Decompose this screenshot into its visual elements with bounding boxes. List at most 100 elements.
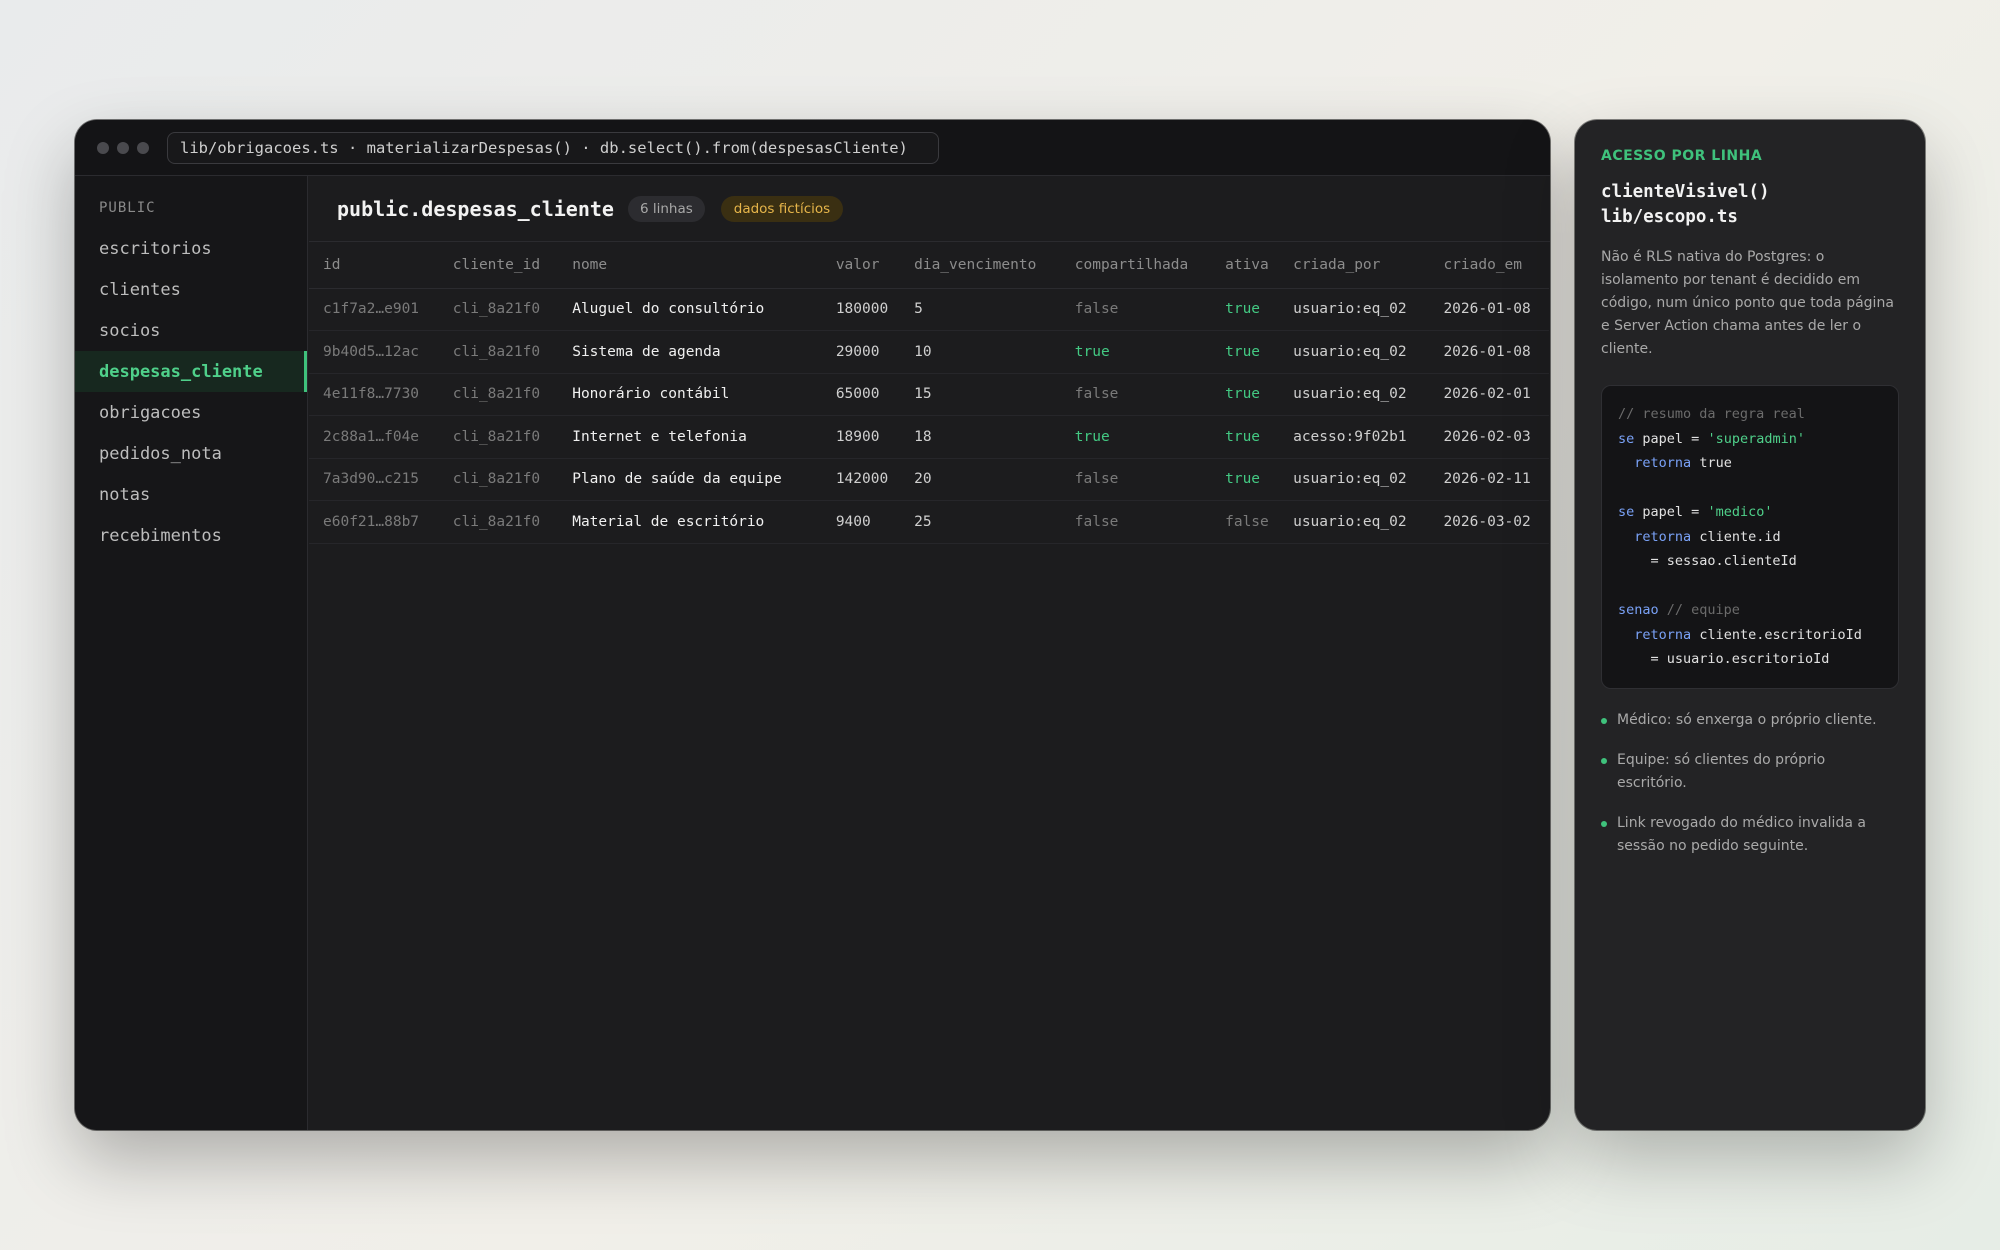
cell-valor: 18900 [821, 415, 901, 459]
cell-compartilhada: false [1060, 500, 1212, 544]
cell-criada-por: usuario:eq_02 [1279, 288, 1430, 331]
cell-dia-vencimento: 20 [900, 458, 1061, 501]
column-header-criado-em[interactable]: criado_em [1429, 242, 1549, 289]
close-window-dot-icon[interactable] [97, 141, 109, 154]
cell-criada-por: usuario:eq_02 [1279, 500, 1430, 544]
maximize-window-dot-icon[interactable] [137, 141, 149, 154]
sidebar-item-notas[interactable]: notas [75, 474, 307, 515]
code-text: cliente.escritorioId [1699, 626, 1862, 643]
cell-ativa: true [1211, 373, 1280, 416]
cell-nome: Internet e telefonia [558, 415, 822, 459]
cell-criada-por: acesso:9f02b1 [1279, 415, 1430, 459]
fictional-data-badge: dados fictícios [720, 195, 844, 222]
code-keyword: retorna [1634, 455, 1692, 471]
list-item: Médico: só enxerga o próprio cliente. [1601, 709, 1899, 732]
list-item: Equipe: só clientes do próprio escritóri… [1601, 749, 1899, 795]
panel-kicker: ACESSO POR LINHA [1601, 148, 1763, 164]
column-header-compartilhada[interactable]: compartilhada [1060, 242, 1212, 289]
code-text: true [1699, 455, 1732, 471]
column-header-dia-vencimento[interactable]: dia_vencimento [900, 242, 1061, 289]
panel-description: Não é RLS nativa do Postgres: o isolamen… [1601, 249, 1894, 357]
cell-cliente-id: cli_8a21f0 [438, 288, 559, 331]
minimize-window-dot-icon[interactable] [117, 141, 129, 154]
cell-valor: 29000 [821, 330, 901, 374]
cell-criada-por: usuario:eq_02 [1279, 458, 1430, 501]
cell-criada-por: usuario:eq_02 [1279, 330, 1430, 374]
panel-title: clienteVisivel() lib/escopo.ts [1601, 180, 1899, 230]
cell-cliente-id: cli_8a21f0 [438, 415, 559, 459]
cell-nome: Sistema de agenda [558, 330, 822, 374]
column-header-id[interactable]: id [309, 242, 439, 289]
rules-list: Médico: só enxerga o próprio cliente. Eq… [1601, 709, 1899, 858]
cell-id: c1f7a2…e901 [309, 288, 439, 331]
panel-title-function: clienteVisivel() [1601, 182, 1770, 202]
table-row[interactable]: e60f21…88b7 cli_8a21f0 Material de escri… [309, 500, 1549, 544]
cell-id: e60f21…88b7 [309, 500, 439, 544]
database-browser-window: lib/obrigacoes.ts · materializarDespesas… [75, 120, 1550, 1130]
table-title: public.despesas_cliente [337, 196, 614, 221]
cell-criado-em: 2026-02-11 [1429, 458, 1549, 501]
table-header: public.despesas_cliente 6 linhas dados f… [309, 176, 1550, 242]
sidebar-item-obrigacoes[interactable]: obrigacoes [75, 392, 307, 433]
code-keyword: se [1618, 504, 1635, 520]
sidebar-item-socios[interactable]: socios [75, 310, 307, 351]
cell-nome: Aluguel do consultório [558, 288, 822, 331]
cell-cliente-id: cli_8a21f0 [438, 500, 559, 544]
table-view: public.despesas_cliente 6 linhas dados f… [309, 176, 1550, 1130]
sidebar-item-escritorios[interactable]: escritorios [75, 228, 307, 269]
column-header-ativa[interactable]: ativa [1211, 242, 1280, 289]
window-controls [97, 141, 149, 154]
cell-cliente-id: cli_8a21f0 [438, 373, 559, 416]
cell-cliente-id: cli_8a21f0 [438, 458, 559, 501]
cell-ativa: true [1211, 415, 1280, 459]
code-text: papel = [1642, 430, 1700, 447]
cell-id: 4e11f8…7730 [309, 373, 439, 416]
code-text: papel = [1642, 504, 1700, 520]
cell-dia-vencimento: 5 [900, 288, 1061, 331]
table-header-row: id cliente_id nome valor dia_vencimento … [309, 242, 1549, 289]
schema-header: PUBLIC [99, 200, 156, 216]
cell-ativa: true [1211, 288, 1280, 331]
cell-id: 2c88a1…f04e [309, 415, 439, 459]
code-block: // resumo da regra real se papel = 'supe… [1601, 385, 1899, 689]
column-header-cliente-id[interactable]: cliente_id [438, 242, 559, 289]
table-row[interactable]: 2c88a1…f04e cli_8a21f0 Internet e telefo… [309, 415, 1549, 459]
cell-ativa: false [1211, 500, 1280, 544]
cell-criado-em: 2026-01-08 [1429, 288, 1549, 331]
table-row[interactable]: 4e11f8…7730 cli_8a21f0 Honorário contábi… [309, 373, 1549, 416]
sidebar-item-recebimentos[interactable]: recebimentos [75, 515, 307, 556]
cell-compartilhada: true [1060, 330, 1212, 374]
query-path-bar[interactable]: lib/obrigacoes.ts · materializarDespesas… [167, 131, 939, 164]
sidebar-item-pedidos-nota[interactable]: pedidos_nota [75, 433, 307, 474]
data-table: id cliente_id nome valor dia_vencimento … [309, 242, 1549, 544]
code-comment: // resumo da regra real [1618, 406, 1805, 422]
cell-valor: 180000 [821, 288, 901, 331]
code-keyword: retorna [1634, 626, 1692, 643]
cell-criado-em: 2026-03-02 [1429, 500, 1549, 544]
column-header-criada-por[interactable]: criada_por [1279, 242, 1430, 289]
code-string: 'medico' [1707, 504, 1773, 520]
table-row[interactable]: c1f7a2…e901 cli_8a21f0 Aluguel do consul… [309, 288, 1549, 331]
cell-criada-por: usuario:eq_02 [1279, 373, 1430, 416]
cell-criado-em: 2026-02-03 [1429, 415, 1549, 459]
cell-compartilhada: false [1060, 288, 1212, 331]
cell-compartilhada: true [1060, 415, 1212, 459]
cell-nome: Plano de saúde da equipe [558, 458, 822, 501]
row-access-panel: ACESSO POR LINHA clienteVisivel() lib/esc… [1575, 120, 1925, 1130]
code-keyword: retorna [1634, 528, 1692, 545]
cell-valor: 9400 [821, 500, 901, 544]
panel-title-file: lib/escopo.ts [1601, 207, 1738, 227]
column-header-nome[interactable]: nome [558, 242, 822, 289]
cell-id: 7a3d90…c215 [309, 458, 439, 501]
cell-dia-vencimento: 10 [900, 330, 1061, 374]
cell-valor: 142000 [821, 458, 901, 501]
code-text: cliente.id [1699, 528, 1781, 545]
column-header-valor[interactable]: valor [821, 242, 901, 289]
sidebar-item-despesas-cliente[interactable]: despesas_cliente [75, 351, 307, 392]
cell-dia-vencimento: 25 [900, 500, 1061, 544]
table-row[interactable]: 9b40d5…12ac cli_8a21f0 Sistema de agenda… [309, 330, 1549, 374]
sidebar-item-clientes[interactable]: clientes [75, 269, 307, 310]
cell-valor: 65000 [821, 373, 901, 416]
cell-ativa: true [1211, 330, 1280, 374]
table-row[interactable]: 7a3d90…c215 cli_8a21f0 Plano de saúde da… [309, 458, 1549, 501]
